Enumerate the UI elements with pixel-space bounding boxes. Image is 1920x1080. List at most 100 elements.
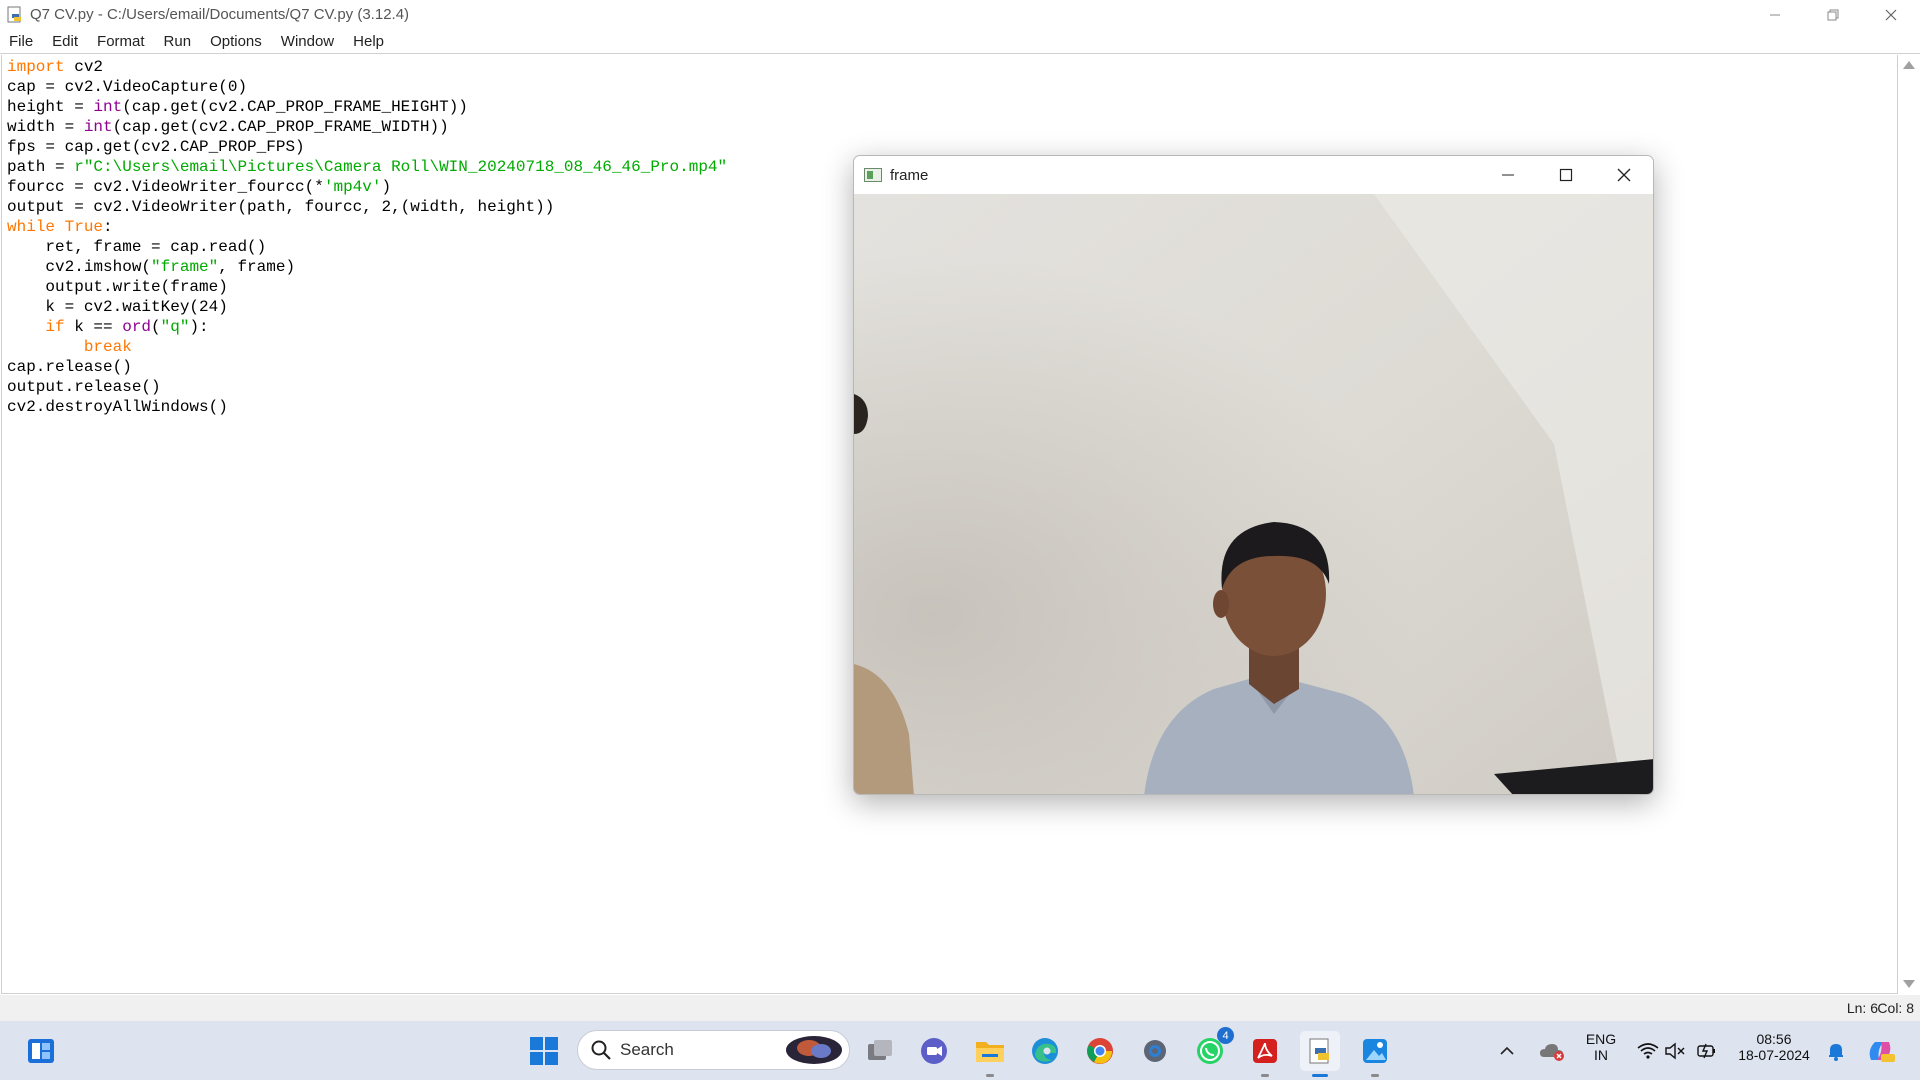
wifi-icon [1637, 1043, 1659, 1059]
menu-file[interactable]: File [8, 31, 34, 52]
close-icon [1617, 168, 1631, 182]
taskbar-search-box[interactable]: Search [577, 1030, 850, 1070]
menu-window[interactable]: Window [280, 31, 335, 52]
close-button[interactable] [1862, 0, 1920, 29]
code-line[interactable]: height = int(cap.get(cv2.CAP_PROP_FRAME_… [7, 97, 727, 117]
copilot-button[interactable] [1862, 1031, 1898, 1071]
start-button[interactable] [524, 1031, 564, 1071]
code-token: : [103, 218, 113, 236]
code-line[interactable]: fps = cap.get(cv2.CAP_PROP_FPS) [7, 137, 727, 157]
vertical-scrollbar[interactable] [1898, 55, 1920, 994]
code-token: , frame) [218, 258, 296, 276]
copilot-icon [1869, 1042, 1895, 1062]
notifications-button[interactable] [1822, 1031, 1850, 1071]
scroll-down-arrow[interactable] [1903, 980, 1915, 988]
code-line[interactable]: cap = cv2.VideoCapture(0) [7, 77, 727, 97]
photos-button[interactable] [1355, 1031, 1395, 1077]
clock-time: 08:56 [1756, 1031, 1792, 1047]
battery-charging-icon [1697, 1043, 1715, 1059]
code-line[interactable]: path = r"C:\Users\email\Pictures\Camera … [7, 157, 727, 177]
onedrive-status[interactable] [1537, 1031, 1567, 1071]
widgets-button[interactable] [21, 1031, 61, 1071]
menu-options[interactable]: Options [209, 31, 263, 52]
code-line[interactable]: output.write(frame) [7, 277, 727, 297]
acrobat-button[interactable] [1245, 1031, 1285, 1077]
task-view-icon [868, 1040, 892, 1060]
code-line[interactable]: import cv2 [7, 57, 727, 77]
language-code: ENG [1585, 1031, 1617, 1047]
code-token: (cap.get(cv2.CAP_PROP_FRAME_HEIGHT)) [122, 98, 468, 116]
code-token: cv2.destroyAllWindows() [7, 398, 228, 416]
notification-badge: 4 [1217, 1027, 1234, 1044]
code-token: cv2 [64, 58, 104, 76]
code-token: fourcc = cv2.VideoWriter_fourcc(* [7, 178, 324, 196]
meet-button[interactable] [914, 1031, 954, 1071]
menu-run[interactable]: Run [163, 31, 193, 52]
minimize-icon [1502, 174, 1514, 176]
frame-maximize-button[interactable] [1537, 156, 1595, 194]
code-line[interactable]: while True: [7, 217, 727, 237]
edge-button[interactable] [1025, 1031, 1065, 1071]
search-highlight-image [786, 1036, 842, 1064]
code-token: ) [381, 178, 392, 196]
widgets-icon [28, 1039, 54, 1063]
code-line[interactable]: fourcc = cv2.VideoWriter_fourcc(*'mp4v') [7, 177, 727, 197]
code-token: output = cv2.VideoWriter(path, fourcc, 2… [7, 198, 555, 216]
code-token: fps = cap.get(cv2.CAP_PROP_FPS) [7, 138, 305, 156]
idle-button[interactable] [1300, 1031, 1340, 1077]
code-token: cap = cv2.VideoCapture(0) [7, 78, 248, 96]
code-line[interactable]: output.release() [7, 377, 727, 397]
code-line[interactable]: width = int(cap.get(cv2.CAP_PROP_FRAME_W… [7, 117, 727, 137]
menu-help[interactable]: Help [352, 31, 385, 52]
frame-close-button[interactable] [1595, 156, 1653, 194]
scroll-up-arrow[interactable] [1903, 61, 1915, 69]
video-chat-icon [921, 1038, 947, 1064]
code-line[interactable]: break [7, 337, 727, 357]
minimize-button[interactable] [1746, 0, 1804, 29]
clock[interactable]: 08:56 18-07-2024 [1728, 1031, 1820, 1063]
keyword-token: True [64, 218, 104, 236]
whatsapp-button[interactable]: 4 [1190, 1027, 1234, 1071]
code-token: path = [7, 158, 75, 176]
volume-status[interactable] [1662, 1031, 1690, 1071]
code-line[interactable]: if k == ord("q"): [7, 317, 727, 337]
menu-edit[interactable]: Edit [51, 31, 79, 52]
language-indicator[interactable]: ENG IN [1580, 1031, 1622, 1063]
close-icon [1885, 9, 1897, 20]
keyword-token: break [83, 338, 132, 356]
wifi-status[interactable] [1634, 1031, 1662, 1071]
muted-speaker-icon [1665, 1042, 1685, 1060]
frame-title: frame [890, 166, 929, 184]
code-line[interactable]: cv2.destroyAllWindows() [7, 397, 727, 417]
frame-title-bar[interactable]: frame [854, 156, 1653, 194]
menu-format[interactable]: Format [96, 31, 146, 52]
settings-button[interactable] [1135, 1031, 1175, 1071]
builtin-token: ord [122, 318, 152, 336]
code-line[interactable]: ret, frame = cap.read() [7, 237, 727, 257]
code-line[interactable]: k = cv2.waitKey(24) [7, 297, 727, 317]
code-token: output.release() [7, 378, 161, 396]
frame-window[interactable]: frame [853, 155, 1654, 795]
restore-button[interactable] [1804, 0, 1862, 29]
keyword-token: while [7, 218, 56, 236]
code-line[interactable]: cv2.imshow("frame", frame) [7, 257, 727, 277]
task-view-button[interactable] [860, 1031, 900, 1071]
active-indicator [1312, 1074, 1328, 1077]
show-hidden-icons-button[interactable] [1492, 1031, 1522, 1071]
frame-minimize-button[interactable] [1479, 156, 1537, 194]
code-token: height = [7, 98, 94, 116]
chrome-button[interactable] [1080, 1031, 1120, 1071]
running-indicator [1261, 1074, 1269, 1077]
running-indicator [986, 1074, 994, 1077]
file-explorer-button[interactable] [970, 1031, 1010, 1077]
restore-icon [1827, 9, 1839, 20]
battery-status[interactable] [1693, 1031, 1721, 1071]
bell-icon [1829, 1044, 1843, 1061]
opencv-window-icon [864, 168, 882, 182]
code-line[interactable]: output = cv2.VideoWriter(path, fourcc, 2… [7, 197, 727, 217]
code-line[interactable]: cap.release() [7, 357, 727, 377]
acrobat-icon [1253, 1039, 1277, 1063]
code-text[interactable]: import cv2 cap = cv2.VideoCapture(0) heigh… [7, 57, 727, 417]
